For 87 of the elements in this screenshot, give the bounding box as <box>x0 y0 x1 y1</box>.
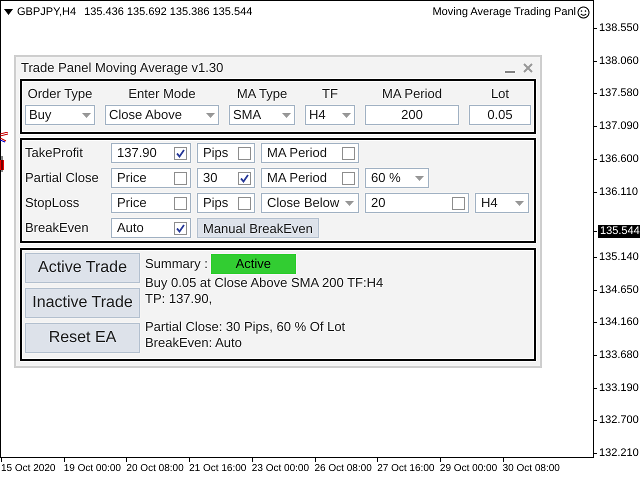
time-label: 30 Oct 08:00 <box>502 462 560 475</box>
minimize-icon <box>505 71 515 73</box>
row-label: TakeProfit <box>25 144 84 162</box>
checkbox-field[interactable]: 20 <box>365 193 469 213</box>
summary-text: Partial Close: 30 Pips, 60 % Of Lot <box>145 319 346 335</box>
time-label: 23 Oct 00:00 <box>252 462 310 475</box>
field-label: Lot <box>490 86 510 102</box>
dropdown[interactable]: H4 <box>475 193 529 213</box>
panel-title: Trade Panel Moving Average v1.30 <box>21 59 224 78</box>
checkbox-field[interactable]: Price <box>111 193 191 213</box>
status-badge: Active <box>210 254 296 274</box>
price-label: 132.700 <box>599 414 639 428</box>
dropdown-arrow-icon <box>82 112 91 118</box>
checkbox[interactable] <box>238 146 251 160</box>
checkbox-field[interactable]: Auto <box>111 218 191 238</box>
checkbox[interactable] <box>174 172 187 184</box>
smiley-icon <box>577 6 590 19</box>
time-label: 29 Oct 00:00 <box>440 462 498 475</box>
dropdown[interactable]: Buy <box>25 105 95 125</box>
price-label: 137.580 <box>599 87 639 100</box>
manual-breakeven-button[interactable]: Manual BreakEven <box>197 218 319 238</box>
price-label: 133.190 <box>599 382 639 395</box>
time-label: 20 Oct 08:00 <box>126 462 184 475</box>
checkbox[interactable] <box>342 172 355 184</box>
field-label: Order Type <box>28 86 92 102</box>
price-label: 135.140 <box>599 250 639 264</box>
checkbox-field[interactable]: MA Period <box>261 168 359 188</box>
price-label: 138.550 <box>599 22 639 35</box>
price-label: 132.210 <box>599 447 639 460</box>
field-label: MA Period <box>382 86 442 102</box>
checkbox-field[interactable]: 137.90 <box>111 143 191 163</box>
dropdown-arrow-icon <box>206 112 215 118</box>
indicator-label: Moving Average Trading Panl <box>432 5 576 20</box>
reset-button[interactable]: Reset EA <box>25 323 140 353</box>
time-label: 19 Oct 00:00 <box>64 462 121 475</box>
dropdown[interactable]: 60 % <box>365 168 429 188</box>
time-label: 15 Oct 2020 <box>1 462 56 475</box>
dropdown-arrow-icon <box>415 176 424 180</box>
checkbox-field[interactable]: Price <box>111 168 191 188</box>
row-label: StopLoss <box>25 194 80 212</box>
input-field[interactable]: 0.05 <box>469 105 531 125</box>
field-label: TF <box>322 86 338 102</box>
price-quote: 135.436 135.692 135.386 135.544 <box>84 5 252 20</box>
price-label: 138.060 <box>599 54 639 68</box>
row-label: Partial Close <box>25 169 100 188</box>
input-field[interactable]: 200 <box>365 105 459 125</box>
checkbox-field[interactable]: 30 <box>197 168 255 188</box>
checkbox[interactable] <box>238 196 251 210</box>
checkbox[interactable] <box>452 196 465 210</box>
field-label: MA Type <box>236 86 288 102</box>
price-label: 133.680 <box>599 349 639 362</box>
price-label: 134.650 <box>599 284 639 297</box>
price-label: 136.110 <box>599 186 638 198</box>
caret-icon <box>4 9 13 16</box>
time-label: 27 Oct 16:00 <box>377 462 434 475</box>
row-label: BreakEven <box>25 219 90 238</box>
summary-text: Buy 0.05 at Close Above SMA 200 TF:H4 <box>145 275 384 291</box>
checkbox[interactable] <box>174 146 187 160</box>
dropdown-arrow-icon <box>342 112 351 118</box>
active-trade-button[interactable]: Active Trade <box>25 253 140 283</box>
summary-label: Summary : <box>145 255 208 274</box>
field-label: Enter Mode <box>128 86 196 102</box>
current-price-tag: 135.544 <box>598 225 640 238</box>
candle-drawing <box>0 132 10 172</box>
symbol-label: GBPJPY,H4 <box>17 5 76 20</box>
price-label: 137.090 <box>599 120 639 134</box>
checkbox-field[interactable]: Pips <box>197 143 255 163</box>
dropdown[interactable]: Close Below <box>261 193 359 213</box>
dropdown[interactable]: Close Above <box>105 105 219 125</box>
dropdown-arrow-icon <box>515 200 524 206</box>
checkbox[interactable] <box>174 222 187 234</box>
checkbox-field[interactable]: MA Period <box>261 143 359 163</box>
checkbox-field[interactable]: Pips <box>197 193 255 213</box>
dropdown-arrow-icon <box>345 200 354 206</box>
close-icon <box>523 63 533 73</box>
dropdown-arrow-icon <box>282 112 291 118</box>
dropdown[interactable]: SMA <box>229 105 295 125</box>
checkbox[interactable] <box>342 146 355 160</box>
price-label: 134.160 <box>599 316 639 330</box>
time-label: 21 Oct 16:00 <box>189 462 246 475</box>
summary-text: TP: 137.90, <box>145 291 214 307</box>
time-label: 26 Oct 08:00 <box>314 462 372 475</box>
dropdown[interactable]: H4 <box>305 105 355 125</box>
price-label: 136.600 <box>599 152 639 166</box>
checkbox[interactable] <box>174 196 187 210</box>
summary-text: BreakEven: Auto <box>145 335 243 351</box>
checkbox[interactable] <box>238 172 251 184</box>
